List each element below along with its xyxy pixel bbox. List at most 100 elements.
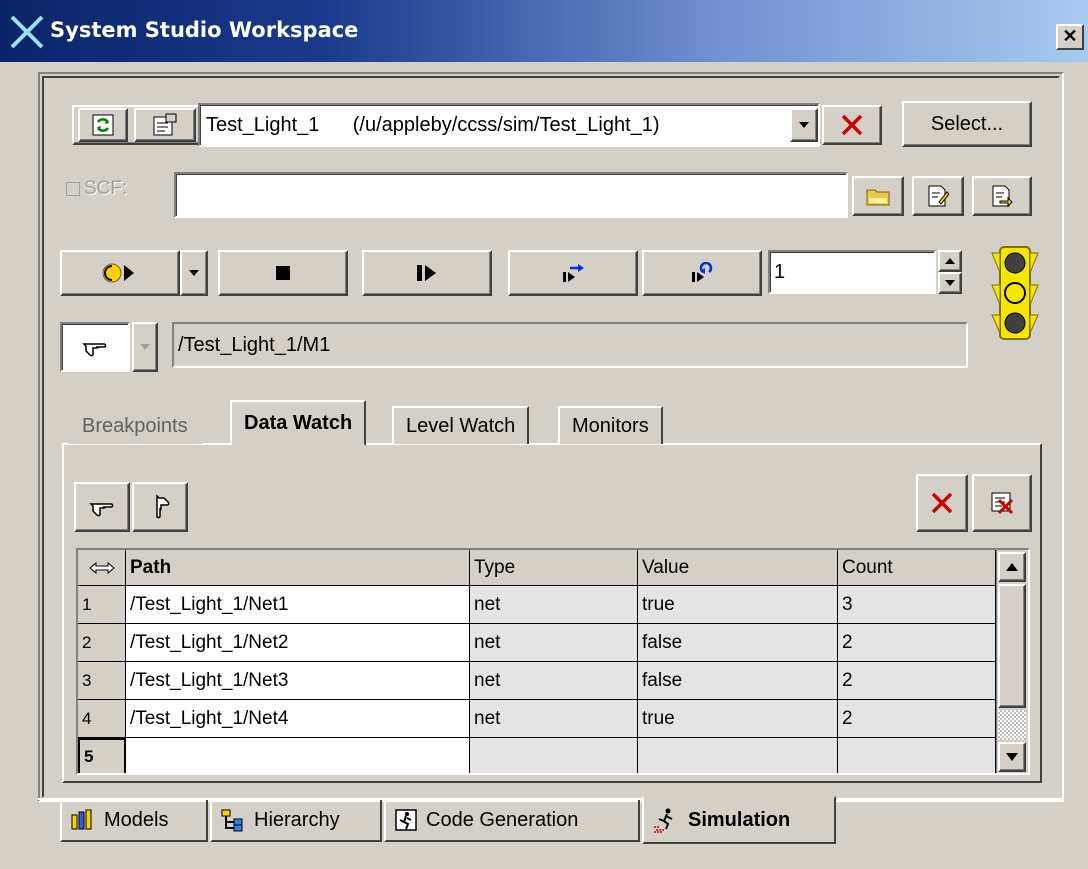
cell-path[interactable]: /Test_Light_1/Net4 <box>126 700 470 738</box>
tab-data-watch-label: Data Watch <box>244 411 353 434</box>
row-number[interactable]: 3 <box>78 662 126 700</box>
model-select-value: Test_Light_1 (/u/appleby/ccss/sim/Test_L… <box>206 113 660 136</box>
properties-button[interactable] <box>134 108 196 142</box>
scroll-up-button[interactable] <box>998 552 1026 582</box>
resize-columns-header[interactable] <box>78 550 126 586</box>
tab-simulation[interactable]: Simulation <box>642 796 836 844</box>
stop-button[interactable] <box>218 250 348 296</box>
scf-edit-button[interactable] <box>912 176 964 216</box>
step-icon <box>417 265 436 281</box>
tab-breakpoints-label: Breakpoints <box>82 414 188 437</box>
pointing-hand-icon <box>82 343 107 357</box>
chevron-up-icon <box>945 258 955 264</box>
remove-model-button[interactable] <box>822 105 882 145</box>
row-number[interactable]: 2 <box>78 624 126 662</box>
tab-code-generation[interactable]: Code Generation <box>384 800 640 842</box>
column-header-value[interactable]: Value <box>638 550 838 586</box>
scroll-thumb[interactable] <box>998 584 1026 708</box>
load-document-icon <box>992 185 1013 208</box>
traffic-light-status-icon <box>991 246 1039 340</box>
tab-models-label: Models <box>104 808 169 831</box>
tab-level-watch[interactable]: Level Watch <box>392 406 530 444</box>
chevron-down-icon <box>799 122 809 128</box>
tab-code-generation-label: Code Generation <box>426 808 579 831</box>
select-button[interactable]: Select... <box>902 101 1032 147</box>
find-watch-button[interactable] <box>132 482 188 532</box>
remove-watch-button[interactable] <box>916 474 968 532</box>
cell-path[interactable] <box>126 738 470 773</box>
column-header-count[interactable]: Count <box>838 550 996 586</box>
add-watch-button[interactable] <box>74 482 130 532</box>
step-over-button[interactable] <box>508 250 638 296</box>
folder-icon <box>866 189 890 206</box>
pick-instance-button[interactable] <box>60 322 130 372</box>
tab-level-watch-label: Level Watch <box>406 414 516 437</box>
cell-type[interactable]: net <box>470 662 638 700</box>
data-watch-table: Path Type Value Count 1 /Test_Light_1/Ne… <box>76 548 1030 775</box>
model-dropdown-arrow[interactable] <box>790 108 818 142</box>
step-count-input[interactable]: 1 <box>768 250 936 294</box>
cell-count[interactable]: 3 <box>838 586 996 624</box>
cell-type[interactable] <box>470 738 638 773</box>
instance-dropdown-arrow[interactable] <box>132 322 158 372</box>
instance-path-value: /Test_Light_1/M1 <box>178 333 331 356</box>
scf-checkbox[interactable] <box>66 182 80 196</box>
scf-input[interactable] <box>174 172 848 218</box>
cell-value[interactable]: true <box>638 586 838 624</box>
cell-count[interactable] <box>838 738 996 773</box>
cell-type[interactable]: net <box>470 586 638 624</box>
code-generation-icon <box>395 809 417 831</box>
app-logo-icon <box>10 15 44 49</box>
simulation-icon <box>654 808 673 833</box>
row-number[interactable]: 5 <box>78 738 126 773</box>
row-number[interactable]: 1 <box>78 586 126 624</box>
chevron-up-icon <box>1006 563 1018 571</box>
step-over-icon <box>563 264 584 282</box>
tab-hierarchy-label: Hierarchy <box>254 808 340 831</box>
stop-icon <box>276 266 290 280</box>
close-window-button[interactable]: ✕ <box>1056 24 1084 50</box>
tab-data-watch[interactable]: Data Watch <box>230 400 367 446</box>
cell-path[interactable]: /Test_Light_1/Net3 <box>126 662 470 700</box>
hierarchy-icon <box>221 809 243 832</box>
cell-path[interactable]: /Test_Light_1/Net2 <box>126 624 470 662</box>
column-header-type[interactable]: Type <box>470 550 638 586</box>
tab-monitors[interactable]: Monitors <box>558 406 663 444</box>
tab-models[interactable]: Models <box>60 800 208 842</box>
cell-count[interactable]: 2 <box>838 662 996 700</box>
pointing-hand-icon <box>89 503 114 517</box>
cell-count[interactable]: 2 <box>838 700 996 738</box>
step-button[interactable] <box>362 250 492 296</box>
cell-type[interactable]: net <box>470 700 638 738</box>
step-count-decrement[interactable] <box>938 272 962 294</box>
step-count-increment[interactable] <box>938 250 962 272</box>
scroll-down-button[interactable] <box>998 742 1026 772</box>
tab-simulation-label: Simulation <box>688 808 791 831</box>
cell-value[interactable]: false <box>638 624 838 662</box>
cell-type[interactable]: net <box>470 624 638 662</box>
delete-icon <box>931 492 953 514</box>
cell-value[interactable] <box>638 738 838 773</box>
cell-value[interactable]: true <box>638 700 838 738</box>
close-icon: ✕ <box>1062 26 1078 46</box>
scroll-track[interactable] <box>998 710 1026 740</box>
scf-label: SCF: <box>84 178 128 199</box>
step-return-button[interactable] <box>642 250 762 296</box>
cell-value[interactable]: false <box>638 662 838 700</box>
refresh-button[interactable] <box>78 108 128 142</box>
row-number[interactable]: 4 <box>78 700 126 738</box>
window-title: System Studio Workspace <box>50 18 359 42</box>
scf-load-button[interactable] <box>972 176 1032 216</box>
cell-count[interactable]: 2 <box>838 624 996 662</box>
tab-hierarchy[interactable]: Hierarchy <box>210 800 382 842</box>
run-options-dropdown[interactable] <box>180 250 208 296</box>
run-icon <box>102 263 134 283</box>
cell-path[interactable]: /Test_Light_1/Net1 <box>126 586 470 624</box>
model-select-dropdown[interactable]: Test_Light_1 (/u/appleby/ccss/sim/Test_L… <box>198 103 820 147</box>
column-header-path[interactable]: Path <box>126 550 470 586</box>
scf-browse-button[interactable] <box>852 176 904 216</box>
tab-breakpoints[interactable]: Breakpoints <box>68 406 202 444</box>
properties-icon <box>153 113 177 136</box>
run-button[interactable] <box>60 250 180 296</box>
clear-all-watches-button[interactable] <box>972 474 1032 532</box>
